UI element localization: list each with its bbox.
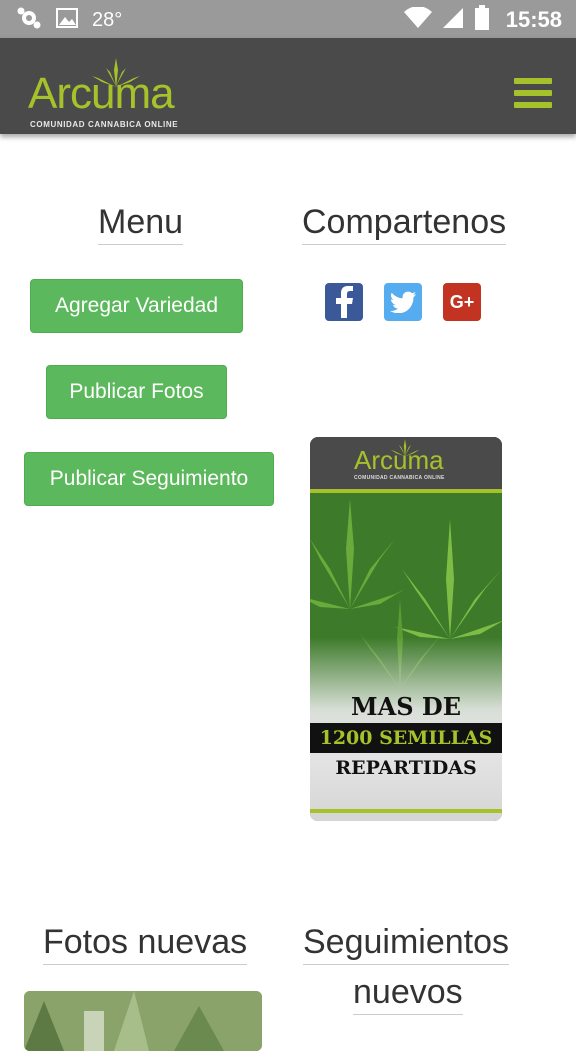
new-photos-title: Fotos nuevas — [43, 922, 248, 965]
twitter-icon[interactable] — [384, 283, 422, 321]
facebook-icon[interactable] — [325, 283, 363, 321]
new-tracking-title-line1: Seguimientos — [303, 922, 510, 965]
banner-highlight: 1200 SEMILLAS — [310, 723, 502, 753]
google-plus-label: G+ — [449, 291, 475, 312]
hamburger-menu-icon[interactable] — [514, 78, 552, 112]
banner-logo-tagline: COMUNIDAD CANNABICA ONLINE — [354, 475, 445, 481]
publish-tracking-button[interactable]: Publicar Seguimiento — [24, 452, 274, 506]
banner-subheadline: REPARTIDAS — [335, 757, 477, 779]
new-tracking-title-line2: nuevos — [353, 972, 463, 1015]
site-header: Arcuma COMUNIDAD CANNABICA ONLINE — [0, 38, 576, 134]
temperature-text: 28° — [92, 8, 123, 31]
add-variety-button[interactable]: Agregar Variedad — [30, 279, 243, 333]
image-icon — [56, 7, 78, 33]
banner-headline: MAS DE — [351, 692, 461, 721]
logo-tagline: COMUNIDAD CANNABICA ONLINE — [30, 120, 179, 129]
banner-highlight-text: 1200 SEMILLAS — [319, 727, 493, 749]
new-photo-thumbnail[interactable] — [24, 991, 262, 1051]
banner-logo-strip: Arcuma COMUNIDAD CANNABICA ONLINE — [310, 437, 502, 489]
signal-icon — [442, 7, 464, 33]
app-notification-icon — [16, 6, 42, 34]
clock-time: 15:58 — [505, 7, 562, 32]
promo-banner[interactable]: Arcuma COMUNIDAD CANNABICA ONLINE MAS DE… — [310, 437, 502, 821]
menu-title: Menu — [98, 202, 184, 245]
wifi-icon — [403, 6, 432, 33]
banner-divider — [310, 489, 502, 493]
google-plus-icon[interactable]: G+ — [443, 283, 481, 321]
site-logo[interactable]: Arcuma COMUNIDAD CANNABICA ONLINE — [28, 58, 212, 130]
logo-wordmark: Arcuma — [28, 69, 175, 118]
battery-icon — [474, 5, 490, 35]
share-title: Compartenos — [302, 202, 507, 245]
publish-photos-button[interactable]: Publicar Fotos — [46, 365, 227, 419]
banner-bottom-divider — [310, 809, 502, 813]
status-bar: 28° 15:58 — [0, 0, 576, 38]
plant-photo-image — [24, 991, 262, 1051]
banner-logo-wordmark: Arcuma — [354, 445, 444, 475]
status-bar-right: 15:58 — [403, 5, 562, 35]
status-bar-left: 28° — [16, 6, 122, 34]
